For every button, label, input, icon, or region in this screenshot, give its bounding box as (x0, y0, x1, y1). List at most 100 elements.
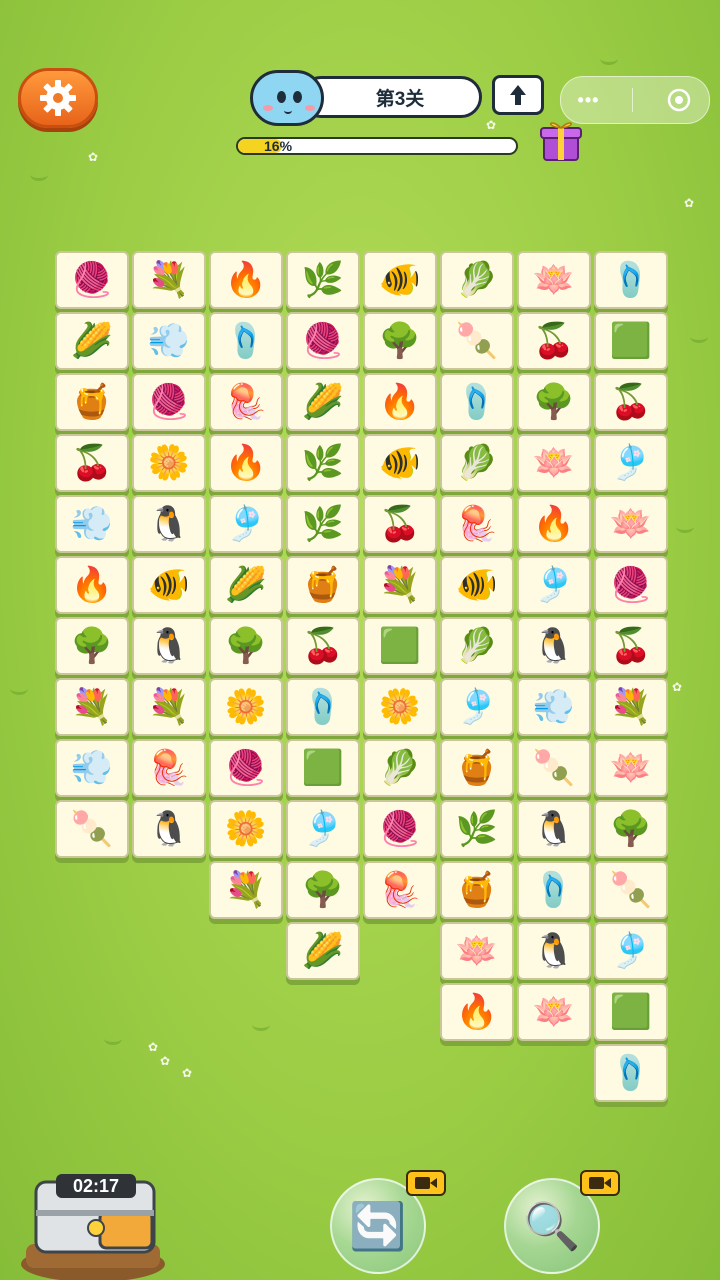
tile-penguin[interactable]: 🐧 (132, 495, 206, 553)
tile-flower-pot[interactable]: 💐 (55, 678, 129, 736)
tile-bonsai[interactable]: 🌳 (209, 617, 283, 675)
tile-clownfish[interactable]: 🐠 (363, 434, 437, 492)
tile-corn[interactable]: 🌽 (286, 922, 360, 980)
cabbage-icon: 🥬 (455, 261, 499, 299)
tile-clownfish[interactable]: 🐠 (132, 556, 206, 614)
tile-popsicle[interactable]: 🍡 (440, 312, 514, 370)
tile-flip-flops[interactable]: 🩴 (440, 373, 514, 431)
tile-pinwheel[interactable]: 🎐 (286, 800, 360, 858)
tile-bonsai[interactable]: 🌳 (286, 861, 360, 919)
tile-yarn-ball[interactable]: 🧶 (55, 251, 129, 309)
tile-bonsai[interactable]: 🌳 (517, 373, 591, 431)
tile-yarn-ball[interactable]: 🧶 (594, 556, 668, 614)
tile-hair-dryer[interactable]: 💨 (55, 495, 129, 553)
tile-bonsai[interactable]: 🌳 (594, 800, 668, 858)
tile-honeycomb[interactable]: 🍯 (55, 373, 129, 431)
tile-jellyfish[interactable]: 🪼 (209, 373, 283, 431)
tile-flip-flops[interactable]: 🩴 (517, 861, 591, 919)
tile-honeycomb[interactable]: 🍯 (286, 556, 360, 614)
tile-yarn-ball[interactable]: 🧶 (132, 373, 206, 431)
tile-cherries[interactable]: 🍒 (55, 434, 129, 492)
tile-jellyfish[interactable]: 🪼 (363, 861, 437, 919)
tile-yellow-flower[interactable]: 🌼 (209, 800, 283, 858)
tile-towels[interactable]: 🟩 (594, 983, 668, 1041)
treasure-chest-icon[interactable] (8, 1152, 178, 1280)
tile-penguin[interactable]: 🐧 (517, 617, 591, 675)
player-avatar[interactable] (250, 70, 324, 126)
tile-campfire[interactable]: 🔥 (209, 251, 283, 309)
tile-flip-flops[interactable]: 🩴 (594, 251, 668, 309)
tile-jellyfish[interactable]: 🪼 (132, 739, 206, 797)
tile-pinwheel[interactable]: 🎐 (517, 556, 591, 614)
avatar-cheek (305, 105, 315, 111)
tile-hair-dryer[interactable]: 💨 (55, 739, 129, 797)
tile-penguin[interactable]: 🐧 (132, 617, 206, 675)
tile-monstera-leaf[interactable]: 🌿 (286, 434, 360, 492)
tile-yellow-flower[interactable]: 🌼 (209, 678, 283, 736)
tile-towels[interactable]: 🟩 (363, 617, 437, 675)
tile-campfire[interactable]: 🔥 (440, 983, 514, 1041)
tile-flower-pot[interactable]: 💐 (132, 251, 206, 309)
tile-cherries[interactable]: 🍒 (594, 617, 668, 675)
tile-honeycomb[interactable]: 🍯 (440, 739, 514, 797)
tile-flip-flops[interactable]: 🩴 (209, 312, 283, 370)
tile-towels[interactable]: 🟩 (594, 312, 668, 370)
tile-bonsai[interactable]: 🌳 (363, 312, 437, 370)
tile-yellow-flower[interactable]: 🌼 (132, 434, 206, 492)
tile-lotus[interactable]: 🪷 (440, 922, 514, 980)
tile-lotus[interactable]: 🪷 (517, 251, 591, 309)
tile-corn[interactable]: 🌽 (209, 556, 283, 614)
jellyfish-icon: 🪼 (224, 383, 268, 421)
tile-pinwheel[interactable]: 🎐 (594, 434, 668, 492)
tile-lotus[interactable]: 🪷 (517, 434, 591, 492)
tile-campfire[interactable]: 🔥 (55, 556, 129, 614)
tile-pinwheel[interactable]: 🎐 (594, 922, 668, 980)
tile-yarn-ball[interactable]: 🧶 (286, 312, 360, 370)
tile-cherries[interactable]: 🍒 (594, 373, 668, 431)
tile-yarn-ball[interactable]: 🧶 (363, 800, 437, 858)
tile-hair-dryer[interactable]: 💨 (132, 312, 206, 370)
tile-popsicle[interactable]: 🍡 (594, 861, 668, 919)
tile-flip-flops[interactable]: 🩴 (286, 678, 360, 736)
tile-flower-pot[interactable]: 💐 (363, 556, 437, 614)
tile-lotus[interactable]: 🪷 (594, 739, 668, 797)
tile-lotus[interactable]: 🪷 (594, 495, 668, 553)
tile-pinwheel[interactable]: 🎐 (209, 495, 283, 553)
tile-popsicle[interactable]: 🍡 (55, 800, 129, 858)
tile-cherries[interactable]: 🍒 (517, 312, 591, 370)
tile-yellow-flower[interactable]: 🌼 (363, 678, 437, 736)
tile-campfire[interactable]: 🔥 (517, 495, 591, 553)
tile-cabbage[interactable]: 🥬 (440, 434, 514, 492)
tile-flower-pot[interactable]: 💐 (594, 678, 668, 736)
tile-honeycomb[interactable]: 🍯 (440, 861, 514, 919)
tile-flower-pot[interactable]: 💐 (132, 678, 206, 736)
tile-cabbage[interactable]: 🥬 (363, 739, 437, 797)
tile-popsicle[interactable]: 🍡 (517, 739, 591, 797)
tile-cabbage[interactable]: 🥬 (440, 251, 514, 309)
tile-towels[interactable]: 🟩 (286, 739, 360, 797)
tile-penguin[interactable]: 🐧 (132, 800, 206, 858)
tile-cherries[interactable]: 🍒 (286, 617, 360, 675)
tile-corn[interactable]: 🌽 (286, 373, 360, 431)
tile-flip-flops[interactable]: 🩴 (594, 1044, 668, 1102)
tile-campfire[interactable]: 🔥 (363, 373, 437, 431)
tile-bonsai[interactable]: 🌳 (55, 617, 129, 675)
tile-corn[interactable]: 🌽 (55, 312, 129, 370)
tile-monstera-leaf[interactable]: 🌿 (286, 251, 360, 309)
tile-penguin[interactable]: 🐧 (517, 800, 591, 858)
towels-icon: 🟩 (609, 322, 653, 360)
tile-penguin[interactable]: 🐧 (517, 922, 591, 980)
tile-monstera-leaf[interactable]: 🌿 (440, 800, 514, 858)
tile-jellyfish[interactable]: 🪼 (440, 495, 514, 553)
tile-pinwheel[interactable]: 🎐 (440, 678, 514, 736)
tile-cabbage[interactable]: 🥬 (440, 617, 514, 675)
tile-campfire[interactable]: 🔥 (209, 434, 283, 492)
tile-clownfish[interactable]: 🐠 (363, 251, 437, 309)
tile-lotus[interactable]: 🪷 (517, 983, 591, 1041)
tile-yarn-ball[interactable]: 🧶 (209, 739, 283, 797)
tile-clownfish[interactable]: 🐠 (440, 556, 514, 614)
tile-flower-pot[interactable]: 💐 (209, 861, 283, 919)
tile-monstera-leaf[interactable]: 🌿 (286, 495, 360, 553)
tile-cherries[interactable]: 🍒 (363, 495, 437, 553)
tile-hair-dryer[interactable]: 💨 (517, 678, 591, 736)
